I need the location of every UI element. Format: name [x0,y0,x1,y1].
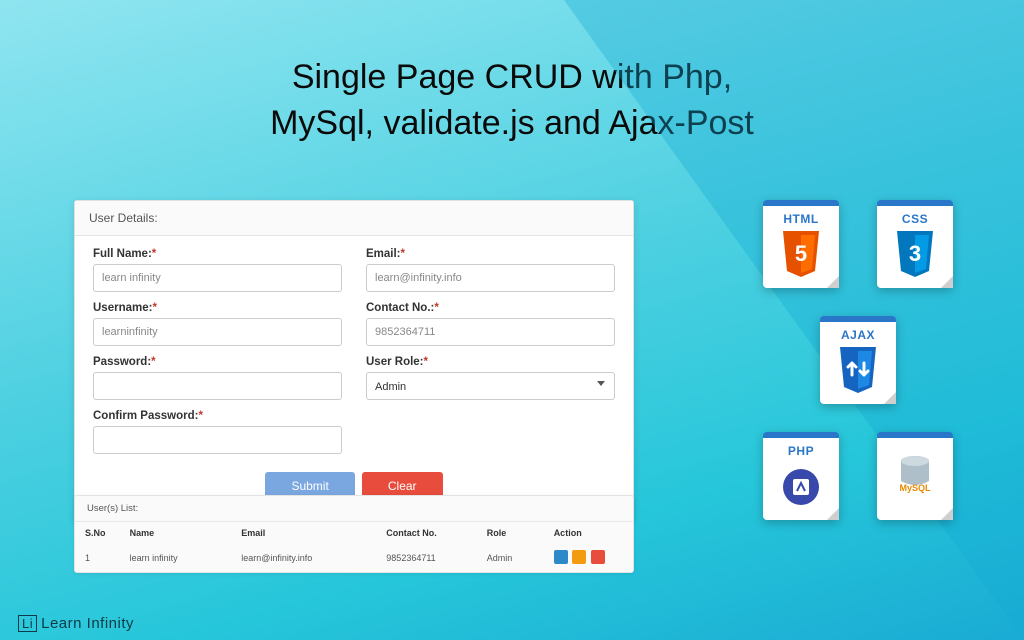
delete-button[interactable] [591,550,605,564]
table-row: 1 learn infinity learn@infinity.info 985… [75,544,633,572]
user-table: S.No Name Email Contact No. Role Action … [75,522,633,572]
edit-button[interactable] [572,550,586,564]
fullname-input[interactable] [93,264,342,292]
contact-label: Contact No.:* [366,302,615,314]
email-input[interactable] [366,264,615,292]
cell-email: learn@infinity.info [231,544,376,572]
svg-text:5: 5 [795,241,807,266]
col-sno: S.No [75,522,120,544]
col-name: Name [120,522,232,544]
user-list-title: User(s) List: [75,496,633,522]
svg-text:MySQL: MySQL [899,483,931,493]
password-label: Password:* [93,356,342,368]
logo-icon: Li [18,615,37,632]
svg-text:3: 3 [909,241,921,266]
confirm-password-label: Confirm Password:* [93,410,342,422]
cell-actions [544,544,633,572]
brand-logo: LiLearn Infinity [18,615,134,632]
php-icon: PHP [763,432,839,520]
col-role: Role [477,522,544,544]
confirm-password-input[interactable] [93,426,342,454]
col-action: Action [544,522,633,544]
role-label: User Role:* [366,356,615,368]
col-contact: Contact No. [376,522,476,544]
col-email: Email [231,522,376,544]
table-header-row: S.No Name Email Contact No. Role Action [75,522,633,544]
fullname-label: Full Name:* [93,248,342,260]
cell-name: learn infinity [120,544,232,572]
panel-title: User Details: [75,201,633,236]
user-list-panel: User(s) List: S.No Name Email Contact No… [74,495,634,573]
chevron-down-icon [597,381,605,386]
password-input[interactable] [93,372,342,400]
css3-icon: CSS 3 [877,200,953,288]
panel-body: Full Name:* Email:* Username:* Contact N… [75,236,633,520]
view-button[interactable] [554,550,568,564]
user-details-panel: User Details: Full Name:* Email:* Userna… [74,200,634,521]
ajax-icon: AJAX [820,316,896,404]
cell-contact: 9852364711 [376,544,476,572]
cell-sno: 1 [75,544,120,572]
email-label: Email:* [366,248,615,260]
username-label: Username:* [93,302,342,314]
role-select[interactable]: Admin [366,372,615,400]
html5-icon: HTML 5 [763,200,839,288]
tech-icon-grid: HTML 5 CSS 3 AJAX PHP MySQL [760,200,956,520]
username-input[interactable] [93,318,342,346]
contact-input[interactable] [366,318,615,346]
cell-role: Admin [477,544,544,572]
mysql-icon: MySQL [877,432,953,520]
